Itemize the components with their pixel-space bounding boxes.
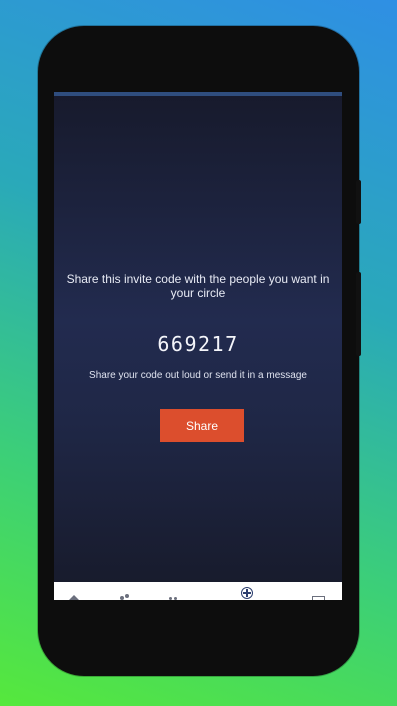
nav-add-circle[interactable] [240,582,256,600]
nav-circle-members[interactable] [166,582,180,600]
nav-home[interactable] [64,582,84,600]
invite-instruction: Share this invite code with the people y… [66,272,330,300]
power-button [356,180,361,224]
add-circle-icon [241,587,253,599]
nav-map[interactable] [310,582,328,600]
invite-code: 669217 [157,332,239,356]
bottom-navigation [54,582,342,600]
status-bar [54,92,342,96]
home-icon [68,595,80,600]
map-icon [312,596,325,600]
app-screen: Share this invite code with the people y… [54,92,342,600]
share-button[interactable]: Share [160,409,244,442]
nav-people[interactable] [114,582,134,600]
volume-button [356,272,361,356]
share-hint: Share your code out loud or send it in a… [89,370,307,381]
